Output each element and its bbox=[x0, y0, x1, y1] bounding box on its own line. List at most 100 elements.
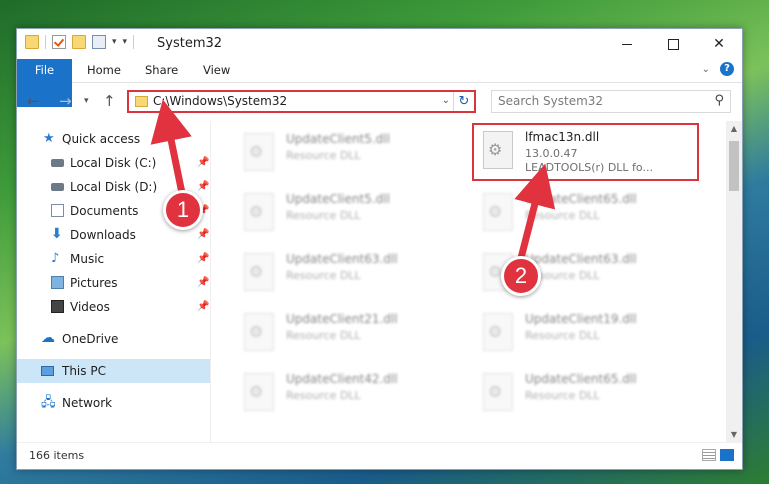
scroll-thumb[interactable] bbox=[729, 141, 739, 191]
step-1-badge: 1 bbox=[163, 190, 203, 230]
file-name: UpdateClient5.dll bbox=[286, 192, 390, 206]
file-item[interactable]: UpdateClient65.dll Resource DLL bbox=[475, 369, 695, 417]
file-name: UpdateClient21.dll bbox=[286, 312, 398, 326]
sidebar-item-label: Network bbox=[62, 396, 113, 410]
file-name: UpdateClient5.dll bbox=[286, 132, 390, 146]
file-type: Resource DLL bbox=[286, 149, 361, 162]
ribbon-right-controls: ⌄ ? bbox=[702, 62, 734, 76]
details-view-icon[interactable] bbox=[702, 449, 716, 461]
sidebar-item-label: Quick access bbox=[62, 132, 141, 146]
ribbon-tabs: File Home Share View ⌄ ? bbox=[17, 59, 742, 107]
file-type: Resource DLL bbox=[286, 269, 361, 282]
navigation-bar: ← → ▾ ↑ C:\Windows\System32 ⌄ ↻ Search S… bbox=[17, 83, 742, 119]
sidebar-item-label: Local Disk (D:) bbox=[70, 180, 158, 194]
customize-toolbar-icon[interactable] bbox=[92, 35, 106, 49]
properties-check-icon[interactable] bbox=[52, 35, 66, 49]
file-name: UpdateClient65.dll bbox=[525, 192, 637, 206]
sidebar-item-label: Music bbox=[70, 252, 105, 266]
document-icon bbox=[51, 204, 64, 217]
sidebar-item-label: Videos bbox=[70, 300, 110, 314]
expand-ribbon-icon[interactable]: ⌄ bbox=[702, 64, 710, 75]
file-item[interactable]: UpdateClient5.dll Resource DLL bbox=[236, 189, 456, 237]
network-icon: 🖧 bbox=[41, 395, 56, 410]
tab-home[interactable]: Home bbox=[87, 59, 121, 82]
close-button[interactable]: ✕ bbox=[696, 29, 742, 59]
dll-file-icon bbox=[244, 313, 274, 351]
file-type: Resource DLL bbox=[286, 209, 361, 222]
file-item[interactable]: UpdateClient21.dll Resource DLL bbox=[236, 309, 456, 357]
step-2-badge: 2 bbox=[501, 256, 541, 296]
address-bar[interactable]: C:\Windows\System32 ⌄ ↻ bbox=[127, 90, 476, 113]
recent-locations-icon[interactable]: ▾ bbox=[84, 96, 89, 106]
pin-icon[interactable]: 📌 bbox=[197, 271, 209, 295]
minimize-button[interactable] bbox=[604, 29, 650, 59]
music-icon: ♪ bbox=[51, 251, 60, 266]
tab-view[interactable]: View bbox=[203, 59, 230, 82]
pin-icon[interactable]: 📌 bbox=[197, 247, 209, 271]
file-item[interactable]: UpdateClient42.dll Resource DLL bbox=[236, 369, 456, 417]
maximize-button[interactable] bbox=[650, 29, 696, 59]
file-item[interactable]: UpdateClient5.dll Resource DLL bbox=[236, 129, 456, 177]
file-name: UpdateClient63.dll bbox=[525, 252, 637, 266]
file-item[interactable]: UpdateClient65.dll Resource DLL bbox=[475, 189, 695, 237]
file-type: Resource DLL bbox=[286, 329, 361, 342]
pin-icon[interactable]: 📌 bbox=[197, 295, 209, 319]
sidebar-item-network[interactable]: 🖧 Network bbox=[17, 391, 210, 415]
file-name: UpdateClient19.dll bbox=[525, 312, 637, 326]
scroll-down-icon[interactable]: ▼ bbox=[726, 427, 742, 443]
chevron-down-icon[interactable]: ▾ bbox=[112, 37, 117, 47]
vertical-scrollbar[interactable]: ▲ ▼ bbox=[726, 121, 742, 443]
sidebar-item-pictures[interactable]: Pictures 📌 bbox=[17, 271, 210, 295]
window-title: System32 bbox=[157, 36, 223, 51]
forward-arrow-icon[interactable]: → bbox=[59, 92, 72, 110]
pictures-icon bbox=[51, 276, 64, 289]
sidebar-item-music[interactable]: ♪ Music 📌 bbox=[17, 247, 210, 271]
chevron-down-icon[interactable]: ⌄ bbox=[442, 95, 450, 106]
sidebar-item-label: This PC bbox=[62, 364, 106, 378]
help-icon[interactable]: ? bbox=[720, 62, 734, 76]
sidebar-item-this-pc[interactable]: This PC bbox=[17, 359, 210, 383]
folder-icon bbox=[135, 96, 148, 107]
item-count: 166 items bbox=[29, 449, 85, 462]
sidebar-item-label: Pictures bbox=[70, 276, 118, 290]
search-placeholder[interactable]: Search System32 bbox=[498, 94, 603, 108]
file-item[interactable]: UpdateClient63.dll Resource DLL bbox=[236, 249, 456, 297]
quick-access-toolbar: ▾ ▾ bbox=[25, 35, 135, 49]
search-box[interactable]: Search System32 ⚲ bbox=[491, 90, 731, 113]
dll-file-icon bbox=[244, 373, 274, 411]
dll-file-icon bbox=[244, 193, 274, 231]
file-item[interactable]: UpdateClient19.dll Resource DLL bbox=[475, 309, 695, 357]
tab-share[interactable]: Share bbox=[145, 59, 178, 82]
large-icons-view-icon[interactable] bbox=[720, 449, 734, 461]
drive-icon bbox=[51, 183, 64, 191]
toolbar-dropdown-icon[interactable]: ▾ bbox=[123, 37, 128, 47]
star-icon: ★ bbox=[43, 131, 55, 146]
divider bbox=[133, 35, 135, 49]
navigation-pane: ★ Quick access Local Disk (C:) 📌 Local D… bbox=[17, 121, 211, 443]
pin-icon[interactable]: 📌 bbox=[197, 151, 209, 175]
dll-file-icon bbox=[483, 313, 513, 351]
explorer-window: ▾ ▾ System32 ✕ File Home Share View ⌄ ? … bbox=[16, 28, 743, 470]
new-folder-icon[interactable] bbox=[72, 35, 86, 49]
sidebar-item-local-disk-c[interactable]: Local Disk (C:) 📌 bbox=[17, 151, 210, 175]
sidebar-item-onedrive[interactable]: ☁ OneDrive bbox=[17, 327, 210, 351]
title-bar: ▾ ▾ System32 ✕ bbox=[17, 29, 742, 59]
sidebar-item-videos[interactable]: Videos 📌 bbox=[17, 295, 210, 319]
file-type: Resource DLL bbox=[525, 329, 600, 342]
maximize-icon bbox=[667, 38, 679, 50]
folder-icon bbox=[25, 35, 39, 49]
file-type: Resource DLL bbox=[525, 209, 600, 222]
sidebar-item-quick-access[interactable]: ★ Quick access bbox=[17, 127, 210, 151]
close-icon: ✕ bbox=[713, 36, 725, 52]
sidebar-item-label: Documents bbox=[70, 204, 139, 218]
file-name: UpdateClient65.dll bbox=[525, 372, 637, 386]
refresh-icon[interactable]: ↻ bbox=[453, 92, 474, 111]
scroll-up-icon[interactable]: ▲ bbox=[726, 121, 742, 137]
pin-icon[interactable]: 📌 bbox=[197, 223, 209, 247]
search-icon[interactable]: ⚲ bbox=[714, 93, 724, 108]
file-type: Resource DLL bbox=[525, 389, 600, 402]
up-arrow-icon[interactable]: ↑ bbox=[103, 92, 116, 110]
back-arrow-icon[interactable]: ← bbox=[27, 92, 40, 110]
address-path[interactable]: C:\Windows\System32 bbox=[153, 94, 287, 108]
pin-icon[interactable]: 📌 bbox=[197, 175, 209, 199]
